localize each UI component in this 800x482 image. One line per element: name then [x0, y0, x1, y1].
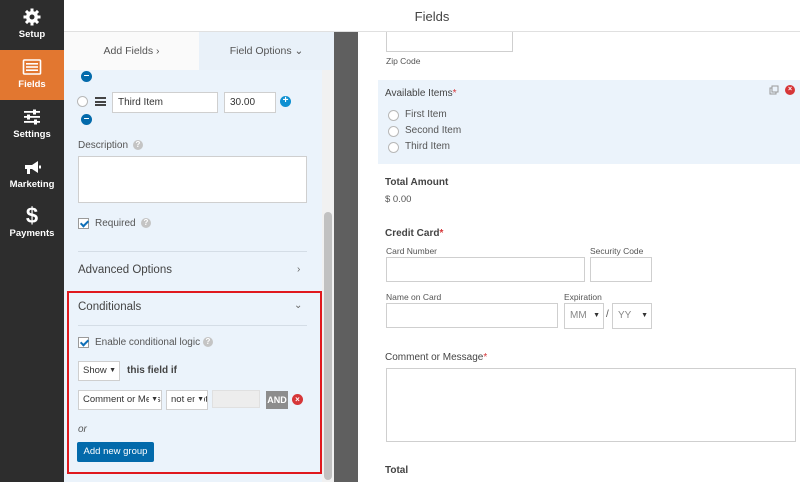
enable-conditional-checkbox[interactable]: [78, 337, 89, 348]
delete-field-icon[interactable]: ×: [785, 85, 795, 95]
help-icon[interactable]: ?: [141, 218, 151, 228]
tab-field-options[interactable]: Field Options ⌄: [199, 32, 334, 70]
comment-textarea[interactable]: [386, 368, 796, 442]
remove-rule-icon[interactable]: ×: [292, 394, 303, 405]
month-placeholder: MM: [570, 310, 587, 321]
zip-code-input[interactable]: [386, 32, 513, 52]
option-radio[interactable]: [388, 126, 399, 137]
description-label: Description: [78, 140, 129, 151]
zip-code-label: Zip Code: [386, 56, 421, 66]
expiration-month-select[interactable]: MM ▼: [564, 303, 604, 329]
conditionals-toggle[interactable]: Conditionals: [78, 301, 141, 313]
expiration-separator: /: [606, 309, 609, 320]
option-radio[interactable]: [388, 142, 399, 153]
option-label: Second Item: [405, 125, 462, 136]
form-preview: Zip Code Available Items* × First Item S…: [358, 32, 800, 482]
nav-label: Setup: [18, 29, 46, 40]
top-header: Fields: [64, 0, 800, 32]
expiration-year-select[interactable]: YY ▼: [612, 303, 652, 329]
gear-icon: [23, 8, 41, 26]
dollar-icon: $: [25, 203, 39, 228]
nav-item-setup[interactable]: Setup: [0, 0, 64, 50]
comment-label-text: Comment or Message: [385, 352, 484, 363]
nav-label: Settings: [13, 129, 51, 140]
option-radio[interactable]: [388, 110, 399, 121]
chevron-right-icon[interactable]: ›: [297, 264, 300, 275]
choice-value-input[interactable]: 30.00: [224, 92, 276, 113]
card-number-label: Card Number: [386, 246, 438, 256]
name-on-card-label: Name on Card: [386, 292, 442, 302]
available-items-label-text: Available Items: [385, 88, 453, 99]
megaphone-icon: [25, 161, 41, 174]
page-title: Fields: [414, 9, 450, 24]
select-arrow-icon: ▼: [149, 391, 158, 409]
nav-label: Payments: [9, 228, 55, 239]
action-select-value: Show: [83, 365, 107, 376]
panel-tabs: Add Fields › Field Options ⌄: [64, 32, 334, 70]
default-choice-radio[interactable]: [77, 96, 88, 107]
option-label: First Item: [405, 109, 447, 120]
nav-item-fields[interactable]: Fields: [0, 50, 64, 100]
comment-label: Comment or Message*: [385, 352, 487, 363]
select-arrow-icon: ▼: [195, 391, 204, 409]
card-number-input[interactable]: [386, 257, 585, 282]
fields-icon: [22, 59, 42, 75]
select-arrow-icon: ▼: [593, 312, 600, 319]
tab-add-fields[interactable]: Add Fields ›: [64, 32, 199, 70]
required-mark: *: [439, 228, 444, 239]
sliders-icon: [24, 109, 40, 125]
add-new-group-button[interactable]: Add new group: [77, 442, 154, 462]
panel-scrollbar[interactable]: [322, 70, 334, 482]
drag-handle-icon[interactable]: [95, 97, 106, 106]
nav-item-settings[interactable]: Settings: [0, 100, 64, 150]
field-select[interactable]: Comment or Message▼: [78, 390, 162, 410]
duplicate-icon[interactable]: [769, 85, 779, 95]
required-checkbox[interactable]: [78, 218, 89, 229]
choice-label-input[interactable]: Third Item: [112, 92, 218, 113]
select-arrow-icon: ▼: [109, 367, 116, 374]
divider: [78, 325, 307, 326]
advanced-options-toggle[interactable]: Advanced Options: [78, 264, 172, 276]
remove-choice-icon[interactable]: –: [81, 71, 92, 82]
condition-value-input[interactable]: [212, 390, 260, 408]
scrollbar-thumb[interactable]: [324, 212, 332, 480]
help-icon[interactable]: ?: [133, 140, 143, 150]
action-suffix-label: this field if: [127, 365, 177, 376]
nav-item-marketing[interactable]: Marketing: [0, 150, 64, 200]
divider: [78, 251, 307, 252]
credit-card-label: Credit Card*: [385, 228, 443, 239]
and-button[interactable]: AND: [266, 391, 288, 409]
option-label: Third Item: [405, 141, 451, 152]
chevron-down-icon[interactable]: ⌄: [294, 300, 302, 311]
add-choice-icon[interactable]: +: [280, 96, 291, 107]
enable-conditional-label: Enable conditional logic: [95, 337, 201, 348]
credit-card-label-text: Credit Card: [385, 228, 440, 239]
nav-item-payments[interactable]: $ Payments: [0, 200, 64, 250]
panel-divider: [334, 32, 358, 482]
required-label: Required: [95, 218, 136, 229]
action-select[interactable]: Show ▼: [78, 361, 120, 381]
description-textarea[interactable]: [78, 156, 307, 203]
expiration-label: Expiration: [564, 292, 602, 302]
nav-label: Marketing: [9, 179, 55, 190]
left-nav: Setup Fields Settings Marketing $ Paymen…: [0, 0, 64, 482]
name-on-card-input[interactable]: [386, 303, 558, 328]
help-icon[interactable]: ?: [203, 337, 213, 347]
required-mark: *: [452, 88, 457, 99]
remove-choice-icon[interactable]: –: [81, 114, 92, 125]
field-options-panel: Add Fields › Field Options ⌄ – Third Ite…: [64, 32, 334, 482]
total-amount-value: $ 0.00: [385, 194, 412, 205]
select-arrow-icon: ▼: [641, 312, 648, 319]
total-amount-label: Total Amount: [385, 177, 449, 188]
year-placeholder: YY: [618, 310, 632, 321]
required-mark: *: [483, 352, 488, 363]
security-code-label: Security Code: [590, 246, 644, 256]
nav-label: Fields: [18, 79, 46, 90]
total-label: Total: [385, 465, 409, 476]
operator-select[interactable]: not empty▼: [166, 390, 208, 410]
available-items-label: Available Items*: [385, 88, 457, 99]
or-label: or: [78, 424, 87, 435]
security-code-input[interactable]: [590, 257, 652, 282]
